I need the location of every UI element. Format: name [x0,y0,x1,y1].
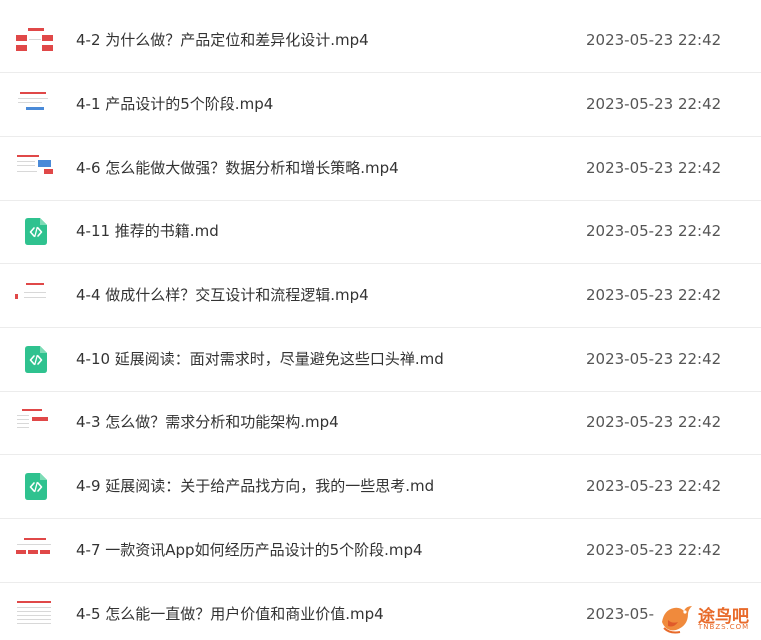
video-thumbnail-icon [14,153,56,183]
file-row[interactable]: 4-10 延展阅读：面对需求时，尽量避免这些口头禅.md 2023-05-23 … [0,328,761,392]
video-thumbnail-icon [14,407,56,437]
file-date: 2023-05-23 22:42 [586,541,722,559]
video-thumbnail-icon [14,25,56,55]
file-date: 2023-05-23 22:42 [586,477,722,495]
file-date: 2023-05-23 22:42 [586,286,722,304]
markdown-file-icon [25,346,47,373]
video-thumbnail-icon [14,535,56,565]
markdown-file-icon [25,218,47,245]
file-date: 2023-05-23 22:42 [586,413,722,431]
file-row[interactable]: 4-5 怎么能一直做？用户价值和商业价值.mp4 2023-05- [0,583,761,640]
file-row[interactable]: 4-1 产品设计的5个阶段.mp4 2023-05-23 22:42 [0,73,761,137]
file-name[interactable]: 4-7 一款资讯App如何经历产品设计的5个阶段.mp4 [76,519,423,582]
file-name[interactable]: 4-9 延展阅读：关于给产品找方向，我的一些思考.md [76,455,434,518]
file-row[interactable]: 4-2 为什么做？产品定位和差异化设计.mp4 2023-05-23 22:42 [0,9,761,73]
video-thumbnail-icon [14,599,56,629]
file-name[interactable]: 4-4 做成什么样？交互设计和流程逻辑.mp4 [76,264,369,327]
file-row[interactable]: 4-3 怎么做？需求分析和功能架构.mp4 2023-05-23 22:42 [0,391,761,455]
file-row[interactable]: 4-6 怎么能做大做强？数据分析和增长策略.mp4 2023-05-23 22:… [0,137,761,201]
file-row[interactable]: 4-11 推荐的书籍.md 2023-05-23 22:42 [0,200,761,264]
file-row[interactable]: 4-9 延展阅读：关于给产品找方向，我的一些思考.md 2023-05-23 2… [0,455,761,519]
file-name[interactable]: 4-3 怎么做？需求分析和功能架构.mp4 [76,391,339,454]
bird-logo-icon [662,606,692,634]
video-thumbnail-icon [14,280,56,310]
file-name[interactable]: 4-6 怎么能做大做强？数据分析和增长策略.mp4 [76,137,399,200]
file-name[interactable]: 4-10 延展阅读：面对需求时，尽量避免这些口头禅.md [76,328,444,391]
file-name[interactable]: 4-2 为什么做？产品定位和差异化设计.mp4 [76,9,369,72]
file-date: 2023-05-23 22:42 [586,350,722,368]
file-name[interactable]: 4-11 推荐的书籍.md [76,200,219,263]
file-name[interactable]: 4-5 怎么能一直做？用户价值和商业价值.mp4 [76,583,384,640]
markdown-file-icon [25,473,47,500]
file-date: 2023-05-23 22:42 [586,159,722,177]
file-date: 2023-05-23 22:42 [586,222,722,240]
video-thumbnail-icon [14,89,56,119]
file-date: 2023-05-23 22:42 [586,95,722,113]
file-date: 2023-05-23 22:42 [586,31,722,49]
file-row[interactable]: 4-7 一款资讯App如何经历产品设计的5个阶段.mp4 2023-05-23 … [0,519,761,583]
file-list: 4-2 为什么做？产品定位和差异化设计.mp4 2023-05-23 22:42… [0,0,761,640]
watermark-subtext: TNBZS.COM [698,623,750,631]
file-date: 2023-05- [586,605,655,623]
watermark-logo: 途鸟吧 TNBZS.COM [656,596,761,640]
file-name[interactable]: 4-1 产品设计的5个阶段.mp4 [76,73,273,136]
file-row[interactable]: 4-4 做成什么样？交互设计和流程逻辑.mp4 2023-05-23 22:42 [0,264,761,328]
